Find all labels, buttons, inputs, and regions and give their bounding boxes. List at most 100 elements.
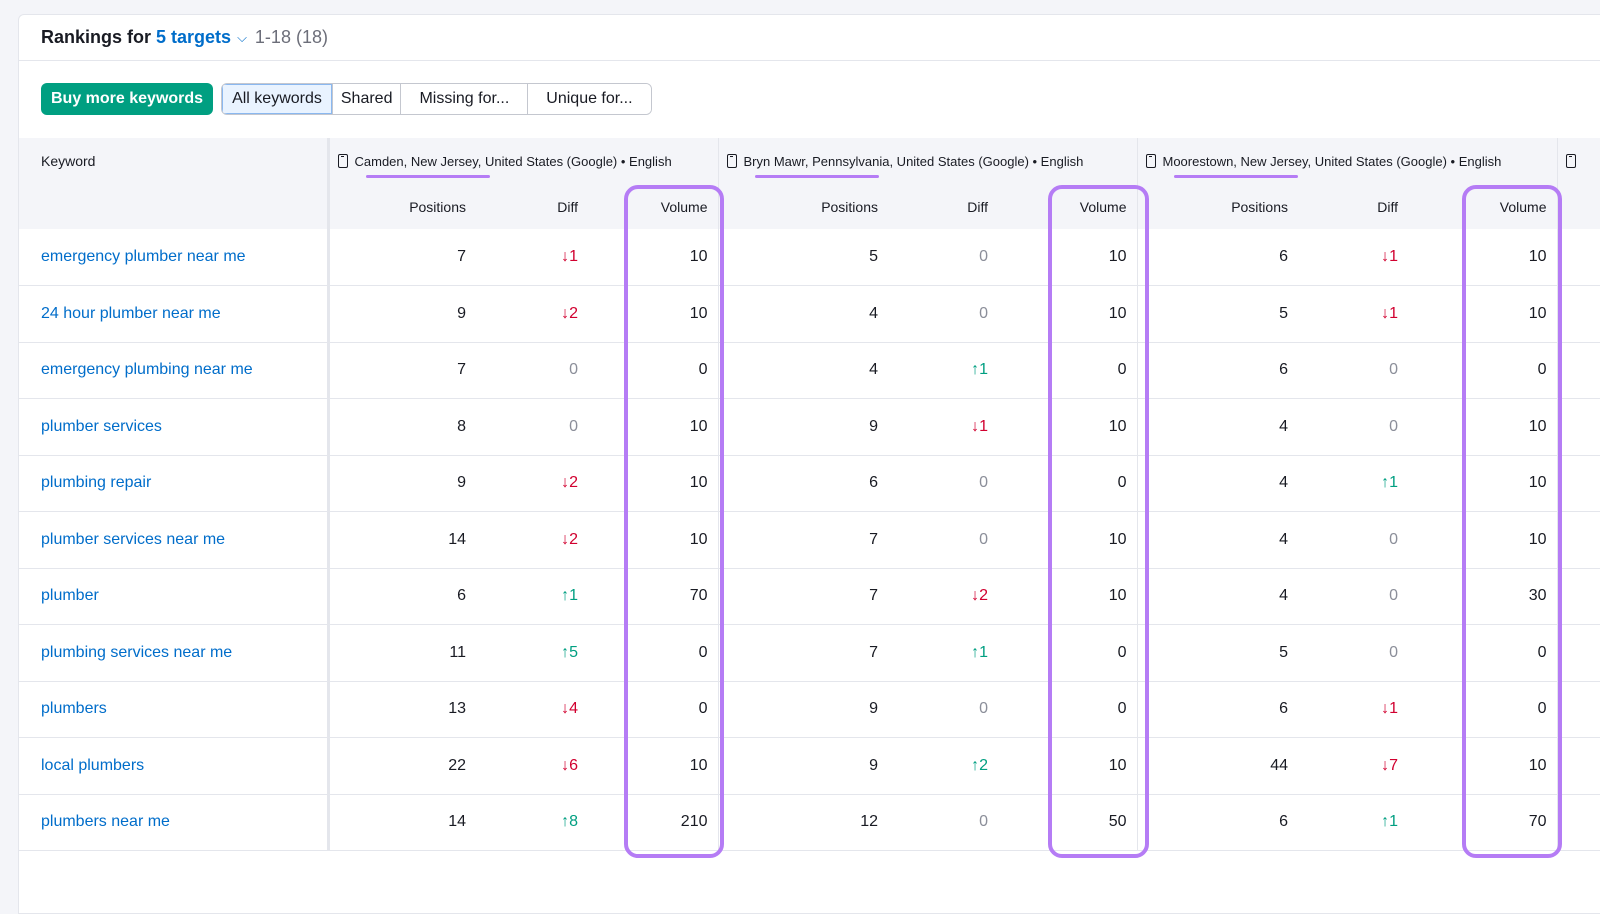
volume-cell: 10 xyxy=(588,737,718,795)
diff-cell: ↓2 xyxy=(476,285,588,343)
keyword-link[interactable]: local plumbers xyxy=(19,737,330,795)
table-row: local plumbers 22 ↓6 10 9 ↑2 10 44 ↓7 10 xyxy=(19,737,1600,795)
position-cell: 14 xyxy=(327,511,476,569)
diff-cell: ↓7 xyxy=(1298,737,1408,795)
position-cell: 13 xyxy=(327,681,476,738)
table-row: 24 hour plumber near me 9 ↓2 10 4 0 10 5 ↓1 10 xyxy=(19,285,1600,343)
keyword-link[interactable]: plumbers xyxy=(19,681,330,738)
diff-cell: 0 xyxy=(1298,511,1408,569)
location-header: Moorestown, New Jersey, United States (G… xyxy=(1136,138,1557,184)
diff-cell: ↑2 xyxy=(888,737,998,795)
column-header-positions[interactable]: Positions xyxy=(327,184,476,229)
diff-cell: ↓4 xyxy=(476,681,588,738)
column-header-diff[interactable]: Diff xyxy=(476,184,588,229)
diff-cell: ↓1 xyxy=(888,398,998,456)
diff-cell: ↑1 xyxy=(476,568,588,625)
diff-cell: ↓1 xyxy=(1298,229,1408,286)
position-cell: 6 xyxy=(1136,681,1298,738)
volume-cell: 10 xyxy=(1408,455,1557,512)
mobile-device-icon xyxy=(726,153,737,168)
position-cell: 6 xyxy=(1136,342,1298,399)
column-header-diff[interactable]: Diff xyxy=(888,184,998,229)
position-cell: 4 xyxy=(717,342,888,399)
filter-missing[interactable]: Missing for... xyxy=(400,84,528,114)
keyword-link[interactable]: plumber services xyxy=(19,398,330,456)
location-name[interactable]: Bryn Mawr, Pennsylvania, United States (… xyxy=(744,154,1084,169)
diff-cell: 0 xyxy=(1298,398,1408,456)
diff-cell: 0 xyxy=(888,511,998,569)
volume-cell: 10 xyxy=(998,229,1137,286)
volume-cell: 10 xyxy=(998,398,1137,456)
filter-shared[interactable]: Shared xyxy=(331,84,401,114)
rankings-table: Keyword Camden, New Jersey, United States… xyxy=(19,138,1600,851)
position-cell: 5 xyxy=(1136,624,1298,682)
mobile-device-icon xyxy=(1145,153,1156,168)
table-row: emergency plumber near me 7 ↓1 10 5 0 10 6 ↓1 10 xyxy=(19,229,1600,286)
buy-more-keywords-button[interactable]: Buy more keywords xyxy=(41,83,214,115)
diff-cell: 0 xyxy=(1298,568,1408,625)
table-row: plumber services 8 0 10 9 ↓1 10 4 0 10 xyxy=(19,398,1600,456)
diff-cell: 0 xyxy=(888,229,998,286)
keyword-link[interactable]: emergency plumber near me xyxy=(19,229,330,286)
keyword-link[interactable]: plumbing services near me xyxy=(19,624,330,682)
volume-cell: 0 xyxy=(998,455,1137,512)
volume-cell: 10 xyxy=(998,285,1137,343)
volume-cell: 10 xyxy=(1408,737,1557,795)
column-header-volume[interactable]: Volume xyxy=(588,184,718,229)
column-header-volume[interactable]: Volume xyxy=(1408,184,1557,229)
filter-unique[interactable]: Unique for... xyxy=(527,84,651,114)
location-name[interactable]: Moorestown, New Jersey, United States (G… xyxy=(1163,154,1502,169)
volume-cell: 10 xyxy=(588,285,718,343)
table-row: plumbers 13 ↓4 0 9 0 0 6 ↓1 0 xyxy=(19,681,1600,738)
keyword-link[interactable]: emergency plumbing near me xyxy=(19,342,330,399)
volume-cell: 10 xyxy=(588,511,718,569)
position-cell: 44 xyxy=(1136,737,1298,795)
position-cell: 11 xyxy=(327,624,476,682)
position-cell: 9 xyxy=(717,737,888,795)
location-name[interactable]: Camden, New Jersey, United States (Googl… xyxy=(355,154,672,169)
column-header-diff[interactable]: Diff xyxy=(1298,184,1408,229)
column-header-positions[interactable]: Positions xyxy=(1136,184,1298,229)
diff-cell: ↓2 xyxy=(476,511,588,569)
keyword-link[interactable]: plumbing repair xyxy=(19,455,330,512)
table-row: plumbing services near me 11 ↑5 0 7 ↑1 0 5 0 0 xyxy=(19,624,1600,682)
position-cell: 14 xyxy=(327,794,476,851)
location-header: Camden, New Jersey, United States (Googl… xyxy=(327,138,718,184)
targets-dropdown[interactable]: 5 targets xyxy=(156,27,231,48)
keyword-link[interactable]: plumber xyxy=(19,568,330,625)
volume-cell: 10 xyxy=(998,511,1137,569)
keyword-link[interactable]: plumbers near me xyxy=(19,794,330,851)
diff-cell: ↓1 xyxy=(1298,285,1408,343)
keyword-link[interactable]: plumber services near me xyxy=(19,511,330,569)
rankings-card: Rankings for 5 targets ⌵ 1-18 (18) Buy m… xyxy=(18,14,1600,914)
position-cell: 7 xyxy=(717,511,888,569)
chevron-down-icon[interactable]: ⌵ xyxy=(237,30,247,46)
position-cell: 6 xyxy=(1136,229,1298,286)
diff-cell: 0 xyxy=(888,681,998,738)
keyword-link[interactable]: 24 hour plumber near me xyxy=(19,285,330,343)
keyword-header[interactable]: Keyword xyxy=(19,138,330,229)
keyword-filter-tabs: All keywords Shared Missing for... Uniqu… xyxy=(221,83,652,115)
position-cell: 4 xyxy=(1136,455,1298,512)
diff-cell: ↓6 xyxy=(476,737,588,795)
volume-cell: 0 xyxy=(588,681,718,738)
position-cell: 4 xyxy=(1136,398,1298,456)
volume-cell: 70 xyxy=(1408,794,1557,851)
diff-cell: ↓1 xyxy=(476,229,588,286)
column-header-positions[interactable]: Positions xyxy=(717,184,888,229)
diff-cell: 0 xyxy=(888,794,998,851)
volume-cell: 0 xyxy=(1408,342,1557,399)
mobile-device-icon xyxy=(337,153,348,168)
table-row: emergency plumbing near me 7 0 0 4 ↑1 0 6 0 0 xyxy=(19,342,1600,399)
volume-cell: 0 xyxy=(1408,681,1557,738)
diff-cell: ↓2 xyxy=(888,568,998,625)
position-cell: 22 xyxy=(327,737,476,795)
diff-cell: 0 xyxy=(888,285,998,343)
position-cell: 6 xyxy=(327,568,476,625)
position-cell: 8 xyxy=(327,398,476,456)
filter-all-keywords[interactable]: All keywords xyxy=(222,84,332,114)
column-header-volume[interactable]: Volume xyxy=(998,184,1137,229)
volume-cell: 10 xyxy=(1408,398,1557,456)
volume-cell: 0 xyxy=(1408,624,1557,682)
volume-cell: 30 xyxy=(1408,568,1557,625)
